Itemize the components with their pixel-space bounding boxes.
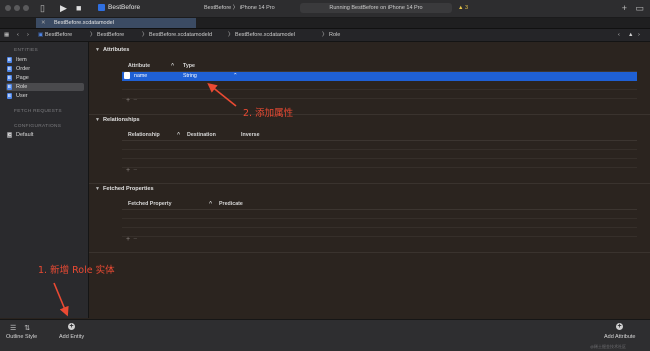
graph-style-icon[interactable]: ⇅ <box>24 325 30 332</box>
outline-style-toggle[interactable]: ☰ ⇅ <box>10 324 30 332</box>
editor-bottom-bar: ☰ ⇅ Outline Style + Add Entity + Add Att… <box>0 319 650 351</box>
outline-style-label: Outline Style <box>6 334 38 340</box>
annotation-step1: 1. 新增 Role 实体 <box>38 265 115 276</box>
add-attribute-icon[interactable]: + <box>616 323 623 330</box>
add-entity-button[interactable]: Add Entity <box>59 334 84 340</box>
watermark: @稀土掘金技术社区 <box>590 344 627 349</box>
annotation-arrows <box>53 83 237 317</box>
table-style-icon[interactable]: ☰ <box>10 325 16 332</box>
annotation-step2: 2. 添加属性 <box>243 108 294 119</box>
add-attribute-button[interactable]: Add Attribute <box>604 334 636 340</box>
add-entity-icon[interactable]: + <box>68 323 75 330</box>
arrow-to-type-column <box>207 83 237 107</box>
arrow-to-add-entity <box>53 282 69 317</box>
